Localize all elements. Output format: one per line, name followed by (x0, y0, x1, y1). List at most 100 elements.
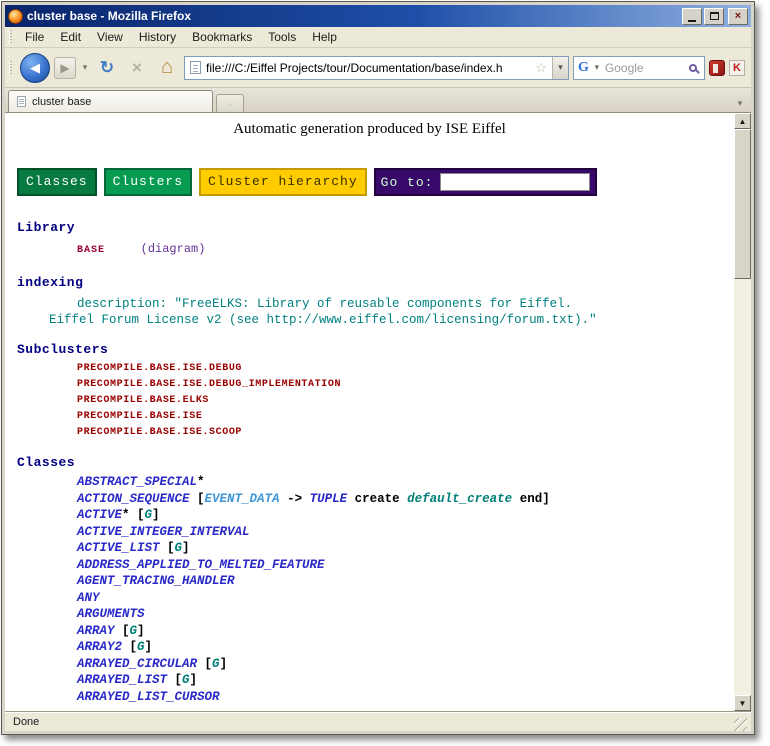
close-button[interactable]: × (728, 8, 748, 25)
navbar-grip[interactable] (9, 61, 12, 75)
class-entry: ARRAY [G] (17, 623, 722, 640)
class-entry: ABSTRACT_SPECIAL* (17, 474, 722, 491)
class-text: default_create (407, 492, 512, 506)
class-link[interactable]: ABSTRACT_SPECIAL (77, 475, 197, 489)
diagram-link[interactable]: (diagram) (141, 242, 206, 256)
minimize-button[interactable] (682, 8, 702, 25)
nav-button-classes[interactable]: Classes (17, 168, 97, 196)
menubar-grip[interactable] (9, 30, 12, 44)
minimize-icon (688, 20, 696, 22)
class-link[interactable]: AGENT_TRACING_HANDLER (77, 574, 235, 588)
page-nav-row: ClassesClustersCluster hierarchy Go to: (17, 168, 722, 196)
address-dropdown-button[interactable]: ▾ (552, 57, 568, 79)
subcluster-link[interactable]: PRECOMPILE.BASE.ISE (17, 409, 722, 425)
class-link[interactable]: ARRAY (77, 624, 115, 638)
search-bar[interactable]: G ▾ Google (573, 56, 705, 80)
class-text: create (355, 492, 400, 506)
classes-heading: Classes (17, 455, 722, 470)
stop-button[interactable]: × (124, 55, 150, 81)
scrollbar-thumb[interactable] (734, 129, 751, 279)
class-entry: AGENT_TRACING_HANDLER (17, 573, 722, 590)
menu-bookmarks[interactable]: Bookmarks (185, 28, 259, 46)
home-button[interactable]: ⌂ (154, 55, 180, 81)
history-dropdown-button[interactable]: ▾ (80, 62, 90, 73)
nav-button-clusters[interactable]: Clusters (104, 168, 192, 196)
maximize-icon (710, 12, 719, 20)
back-button[interactable]: ◀ (20, 53, 50, 83)
goto-input[interactable] (440, 173, 590, 191)
library-entry: BASE (diagram) (17, 239, 722, 257)
class-link[interactable]: ARRAY2 (77, 640, 122, 654)
description-line: Eiffel Forum License v2 (see http://www.… (17, 312, 722, 328)
class-text: ] (145, 640, 153, 654)
class-text: ] (182, 541, 190, 555)
menu-tools[interactable]: Tools (261, 28, 303, 46)
maximize-button[interactable] (704, 8, 724, 25)
menu-view[interactable]: View (90, 28, 130, 46)
address-input[interactable] (206, 61, 530, 75)
class-link[interactable]: EVENT_DATA (205, 492, 280, 506)
class-entry: ACTIVE_LIST [G] (17, 540, 722, 557)
class-link[interactable]: ARRAYED_LIST (77, 673, 167, 687)
class-text: -> (280, 492, 310, 506)
content-area: Automatic generation produced by ISE Eif… (5, 113, 751, 711)
new-tab-button[interactable]: · (216, 94, 244, 112)
class-text (347, 492, 355, 506)
class-link[interactable]: ACTIVE (77, 508, 122, 522)
subcluster-link[interactable]: PRECOMPILE.BASE.ISE.SCOOP (17, 425, 722, 441)
search-engine-dropdown[interactable]: ▾ (592, 62, 602, 73)
class-link[interactable]: ACTIVE_LIST (77, 541, 160, 555)
subcluster-link[interactable]: PRECOMPILE.BASE.ISE.DEBUG_IMPLEMENTATION (17, 377, 722, 393)
class-text: G (145, 508, 153, 522)
class-link[interactable]: ARRAYED_CIRCULAR (77, 657, 197, 671)
menu-edit[interactable]: Edit (53, 28, 88, 46)
refresh-button[interactable]: ↻ (94, 55, 120, 81)
menu-history[interactable]: History (132, 28, 183, 46)
search-icon[interactable] (689, 64, 697, 72)
class-link[interactable]: ANY (77, 591, 100, 605)
addon-icon-k[interactable]: K (729, 60, 745, 76)
class-link[interactable]: ARRAYED_LIST_CURSOR (77, 690, 220, 704)
class-link[interactable]: ADDRESS_APPLIED_TO_MELTED_FEATURE (77, 558, 325, 572)
address-bar[interactable]: ☆ ▾ (184, 56, 569, 80)
class-link[interactable]: ARGUMENTS (77, 607, 145, 621)
scrollbar-track[interactable] (734, 129, 751, 695)
class-text: G (212, 657, 220, 671)
firefox-app-icon (8, 9, 23, 24)
menu-help[interactable]: Help (305, 28, 344, 46)
class-entry: ADDRESS_APPLIED_TO_MELTED_FEATURE (17, 557, 722, 574)
search-input[interactable]: Google (605, 61, 686, 75)
class-link[interactable]: ACTION_SEQUENCE (77, 492, 190, 506)
class-entry: ARRAYED_LIST_CURSOR (17, 689, 722, 706)
firefox-window: cluster base - Mozilla Firefox × FileEdi… (1, 1, 755, 735)
vertical-scrollbar[interactable]: ▲ ▼ (734, 113, 751, 711)
tab-label: cluster base (32, 96, 91, 108)
class-link[interactable]: ACTIVE_INTEGER_INTERVAL (77, 525, 250, 539)
class-text: G (137, 640, 145, 654)
bookmark-star-icon[interactable]: ☆ (535, 60, 547, 76)
menu-file[interactable]: File (18, 28, 51, 46)
nav-button-cluster-hierarchy[interactable]: Cluster hierarchy (199, 168, 367, 196)
class-text: G (130, 624, 138, 638)
subcluster-link[interactable]: PRECOMPILE.BASE.ISE.DEBUG (17, 361, 722, 377)
scroll-up-button[interactable]: ▲ (734, 113, 751, 129)
subcluster-link[interactable]: PRECOMPILE.BASE.ELKS (17, 393, 722, 409)
page-nav-buttons: ClassesClustersCluster hierarchy (17, 168, 367, 196)
status-bar: Done (5, 711, 751, 731)
addon-icon-red[interactable] (709, 60, 725, 76)
class-entry: ANY (17, 590, 722, 607)
class-link[interactable]: TUPLE (310, 492, 348, 506)
site-favicon (190, 61, 201, 74)
class-entry: ARRAYED_LIST [G] (17, 672, 722, 689)
class-text: G (182, 673, 190, 687)
tab-cluster-base[interactable]: cluster base (8, 90, 213, 112)
forward-button[interactable]: ▶ (54, 57, 76, 79)
class-text: ] (542, 492, 550, 506)
cluster-base-link[interactable]: BASE (77, 245, 105, 256)
refresh-icon: ↻ (100, 58, 114, 78)
scroll-down-button[interactable]: ▼ (734, 695, 751, 711)
google-logo-icon: G (578, 60, 589, 76)
tab-list-dropdown-button[interactable]: ▾ (732, 94, 748, 112)
class-text: ] (137, 624, 145, 638)
resize-grip[interactable] (734, 718, 747, 731)
